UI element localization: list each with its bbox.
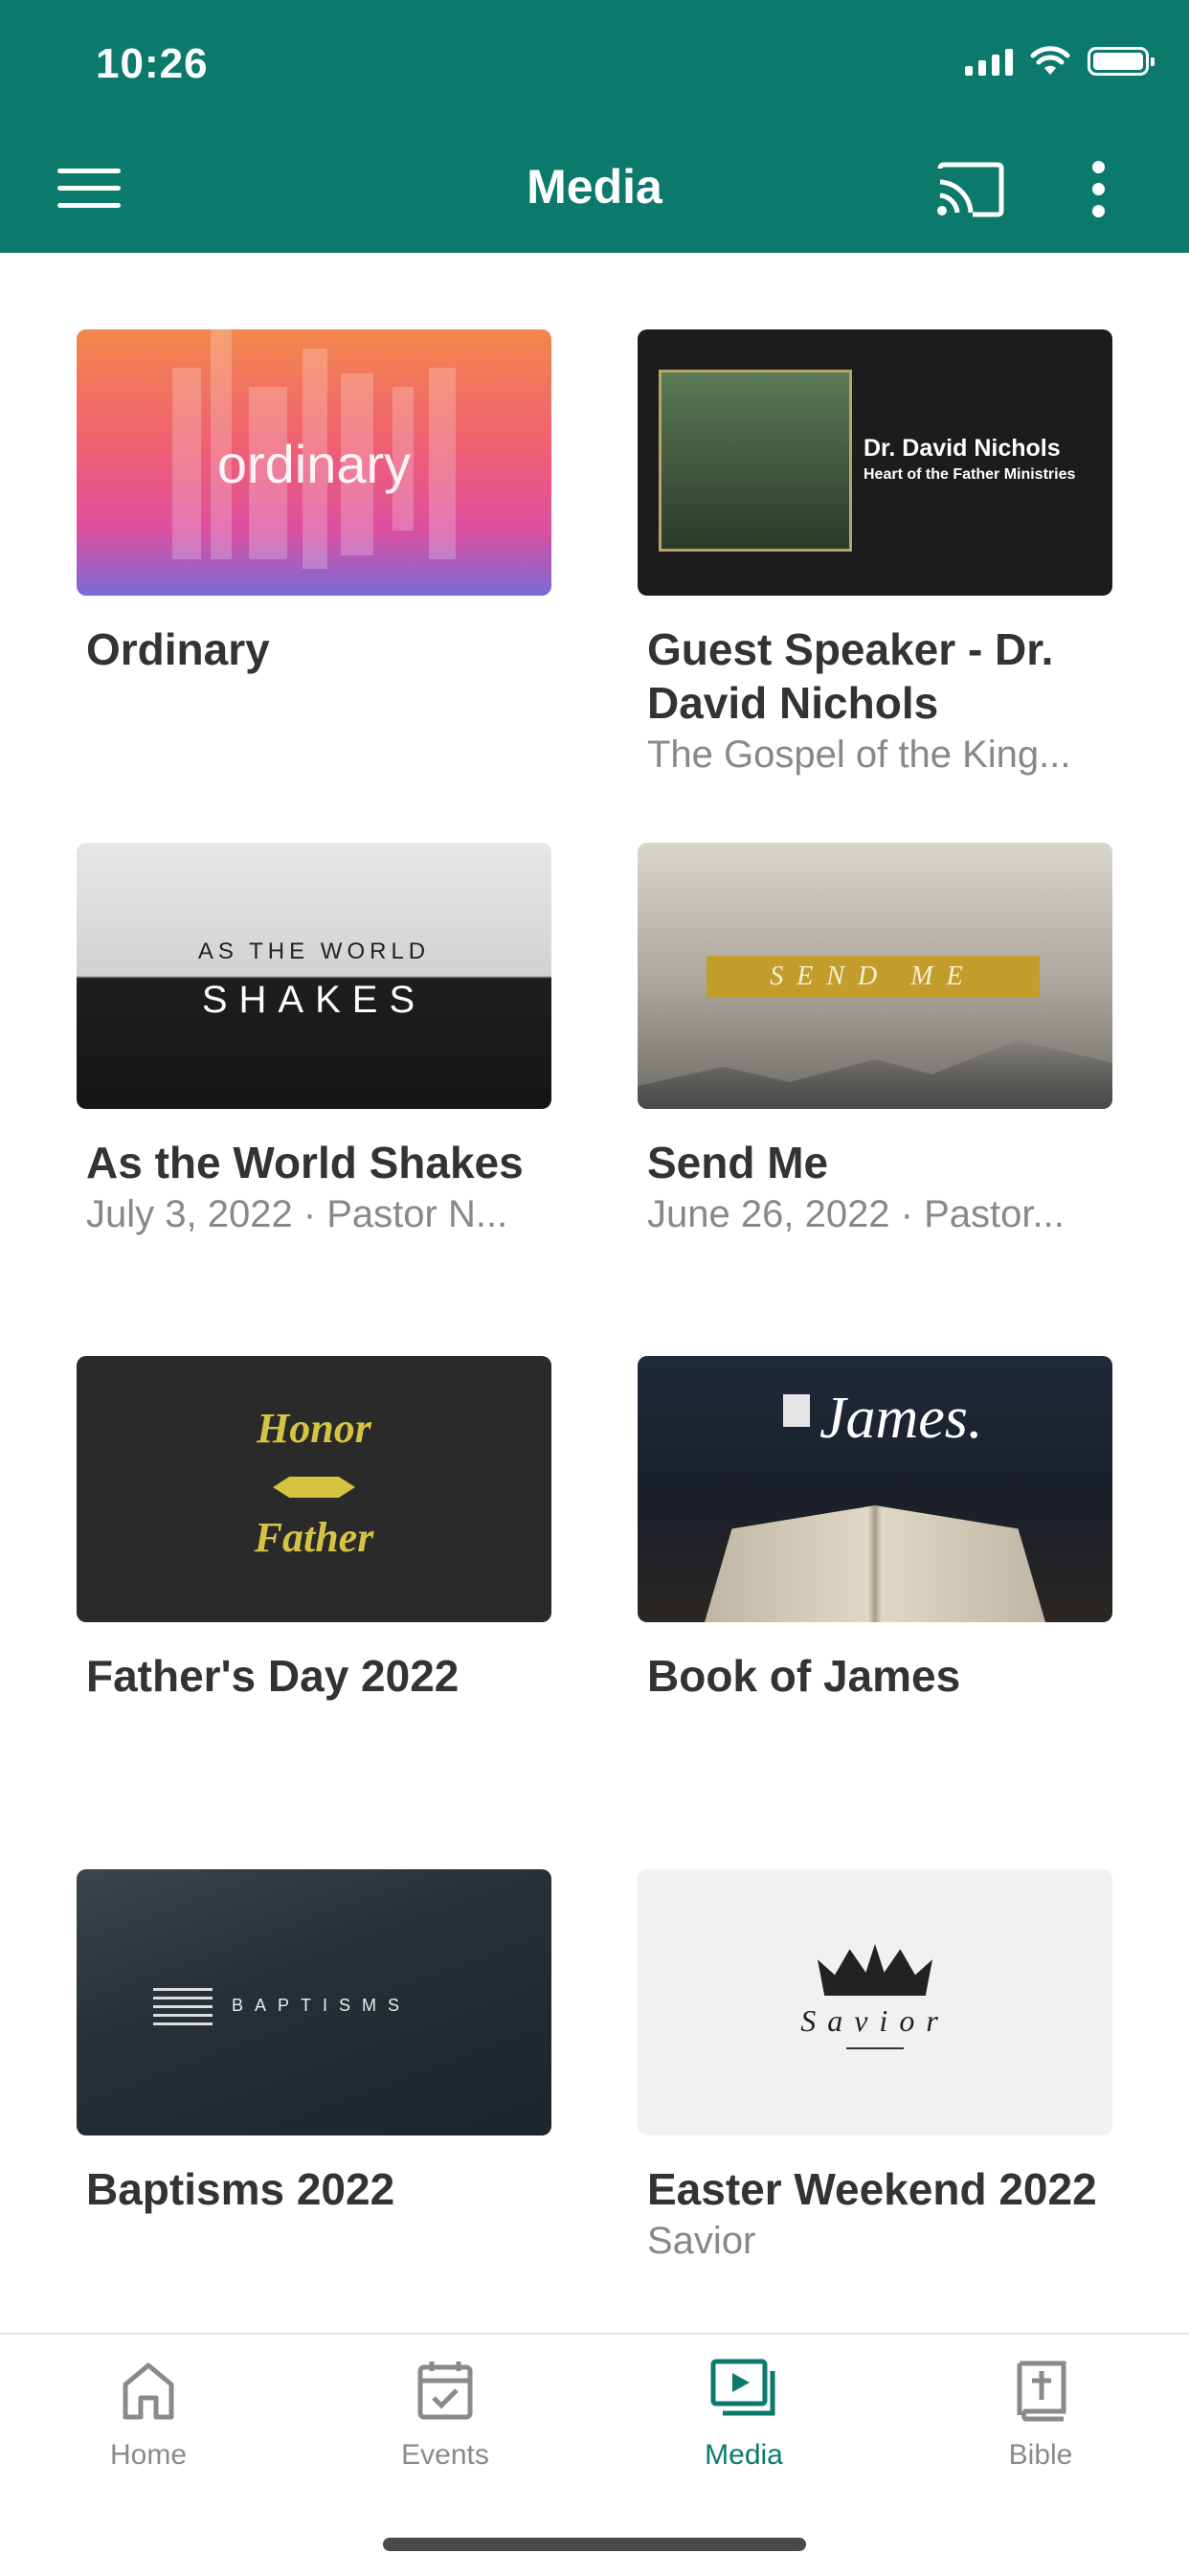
- thumbnail-text: ordinary: [216, 434, 412, 494]
- waves-icon: [153, 1988, 213, 2026]
- status-time: 10:26: [96, 40, 209, 87]
- home-indicator: [383, 2538, 806, 2551]
- thumbnail-subtext: Heart of the Father Ministries: [864, 466, 1076, 483]
- card-title: Baptisms 2022: [86, 2164, 395, 2214]
- page-title: Media: [527, 160, 662, 214]
- tab-label: Bible: [1008, 2439, 1073, 2471]
- card-title: Easter Weekend 2022: [647, 2164, 1097, 2214]
- media-card-fathers-day[interactable]: Honor Father Father's Day 2022: [77, 1356, 551, 1703]
- cellular-signal-icon: [965, 47, 1013, 76]
- card-title: Send Me: [647, 1138, 829, 1187]
- tab-media[interactable]: Media: [648, 2358, 840, 2472]
- tab-home[interactable]: Home: [53, 2358, 244, 2472]
- thumbnail: James.: [638, 1356, 1112, 1622]
- app-bar: 10:26 Media: [0, 0, 1189, 253]
- card-title: Ordinary: [86, 624, 270, 674]
- card-subtitle: Savior: [647, 2220, 756, 2262]
- cast-icon[interactable]: [936, 161, 1005, 218]
- card-title: Guest Speaker - Dr. David Nichols: [647, 624, 1054, 728]
- tab-events[interactable]: Events: [349, 2358, 541, 2472]
- thumbnail-text: BAPTISMS: [232, 1996, 412, 2015]
- calendar-icon: [417, 2361, 473, 2420]
- card-subtitle: July 3, 2022 · Pastor N...: [86, 1193, 508, 1235]
- tab-label: Media: [705, 2439, 783, 2471]
- tab-label: Events: [401, 2439, 489, 2471]
- wifi-icon: [1030, 46, 1070, 75]
- media-card-guest-speaker[interactable]: Dr. David Nichols Heart of the Father Mi…: [638, 329, 1112, 777]
- thumbnail-subtext: SHAKES: [201, 979, 427, 1021]
- media-icon: [710, 2359, 775, 2416]
- media-card-ordinary[interactable]: ordinary Ordinary: [77, 329, 551, 676]
- card-subtitle: The Gospel of the King...: [647, 734, 1071, 776]
- media-card-book-of-james[interactable]: James. Book of James: [638, 1356, 1112, 1703]
- thumbnail: ordinary: [77, 329, 551, 596]
- more-options-button[interactable]: [1082, 157, 1116, 220]
- thumbnail-text: Honor: [257, 1405, 371, 1452]
- tab-label: Home: [109, 2439, 188, 2471]
- speaker-photo: [659, 370, 852, 552]
- thumbnail: BAPTISMS: [77, 1869, 551, 2135]
- thumbnail: Savior: [638, 1869, 1112, 2135]
- thumbnail-text: James.: [819, 1386, 983, 1451]
- card-title: As the World Shakes: [86, 1138, 524, 1187]
- card-title: Father's Day 2022: [86, 1651, 460, 1701]
- crown-icon: [818, 1944, 932, 1996]
- thumbnail-text: Savior: [800, 2003, 950, 2038]
- media-card-easter-weekend[interactable]: Savior Easter Weekend 2022 Savior: [638, 1869, 1112, 2263]
- battery-icon: [1088, 47, 1155, 76]
- thumbnail-text: SEND ME: [707, 956, 1040, 998]
- thumbnail: Honor Father: [77, 1356, 551, 1622]
- thumbnail-text: AS THE WORLD: [197, 938, 431, 964]
- media-card-send-me[interactable]: SEND ME Send Me June 26, 2022 · Pastor..…: [638, 843, 1112, 1236]
- status-icons: [965, 46, 1155, 77]
- media-card-as-the-world-shakes[interactable]: AS THE WORLD SHAKES As the World Shakes …: [77, 843, 551, 1236]
- open-book-image: [705, 1505, 1045, 1622]
- thumbnail-text: Dr. David Nichols: [864, 435, 1061, 462]
- media-card-baptisms[interactable]: BAPTISMS Baptisms 2022: [77, 1869, 551, 2216]
- card-title: Book of James: [647, 1651, 961, 1701]
- tab-bible[interactable]: Bible: [945, 2358, 1136, 2472]
- thumbnail: Dr. David Nichols Heart of the Father Mi…: [638, 329, 1112, 596]
- thumbnail: SEND ME: [638, 843, 1112, 1109]
- thumbnail: AS THE WORLD SHAKES: [77, 843, 551, 1109]
- home-icon: [123, 2362, 174, 2420]
- thumbnail-subtext: Father: [254, 1514, 374, 1561]
- bible-icon: [1017, 2361, 1066, 2422]
- card-subtitle: June 26, 2022 · Pastor...: [647, 1193, 1065, 1235]
